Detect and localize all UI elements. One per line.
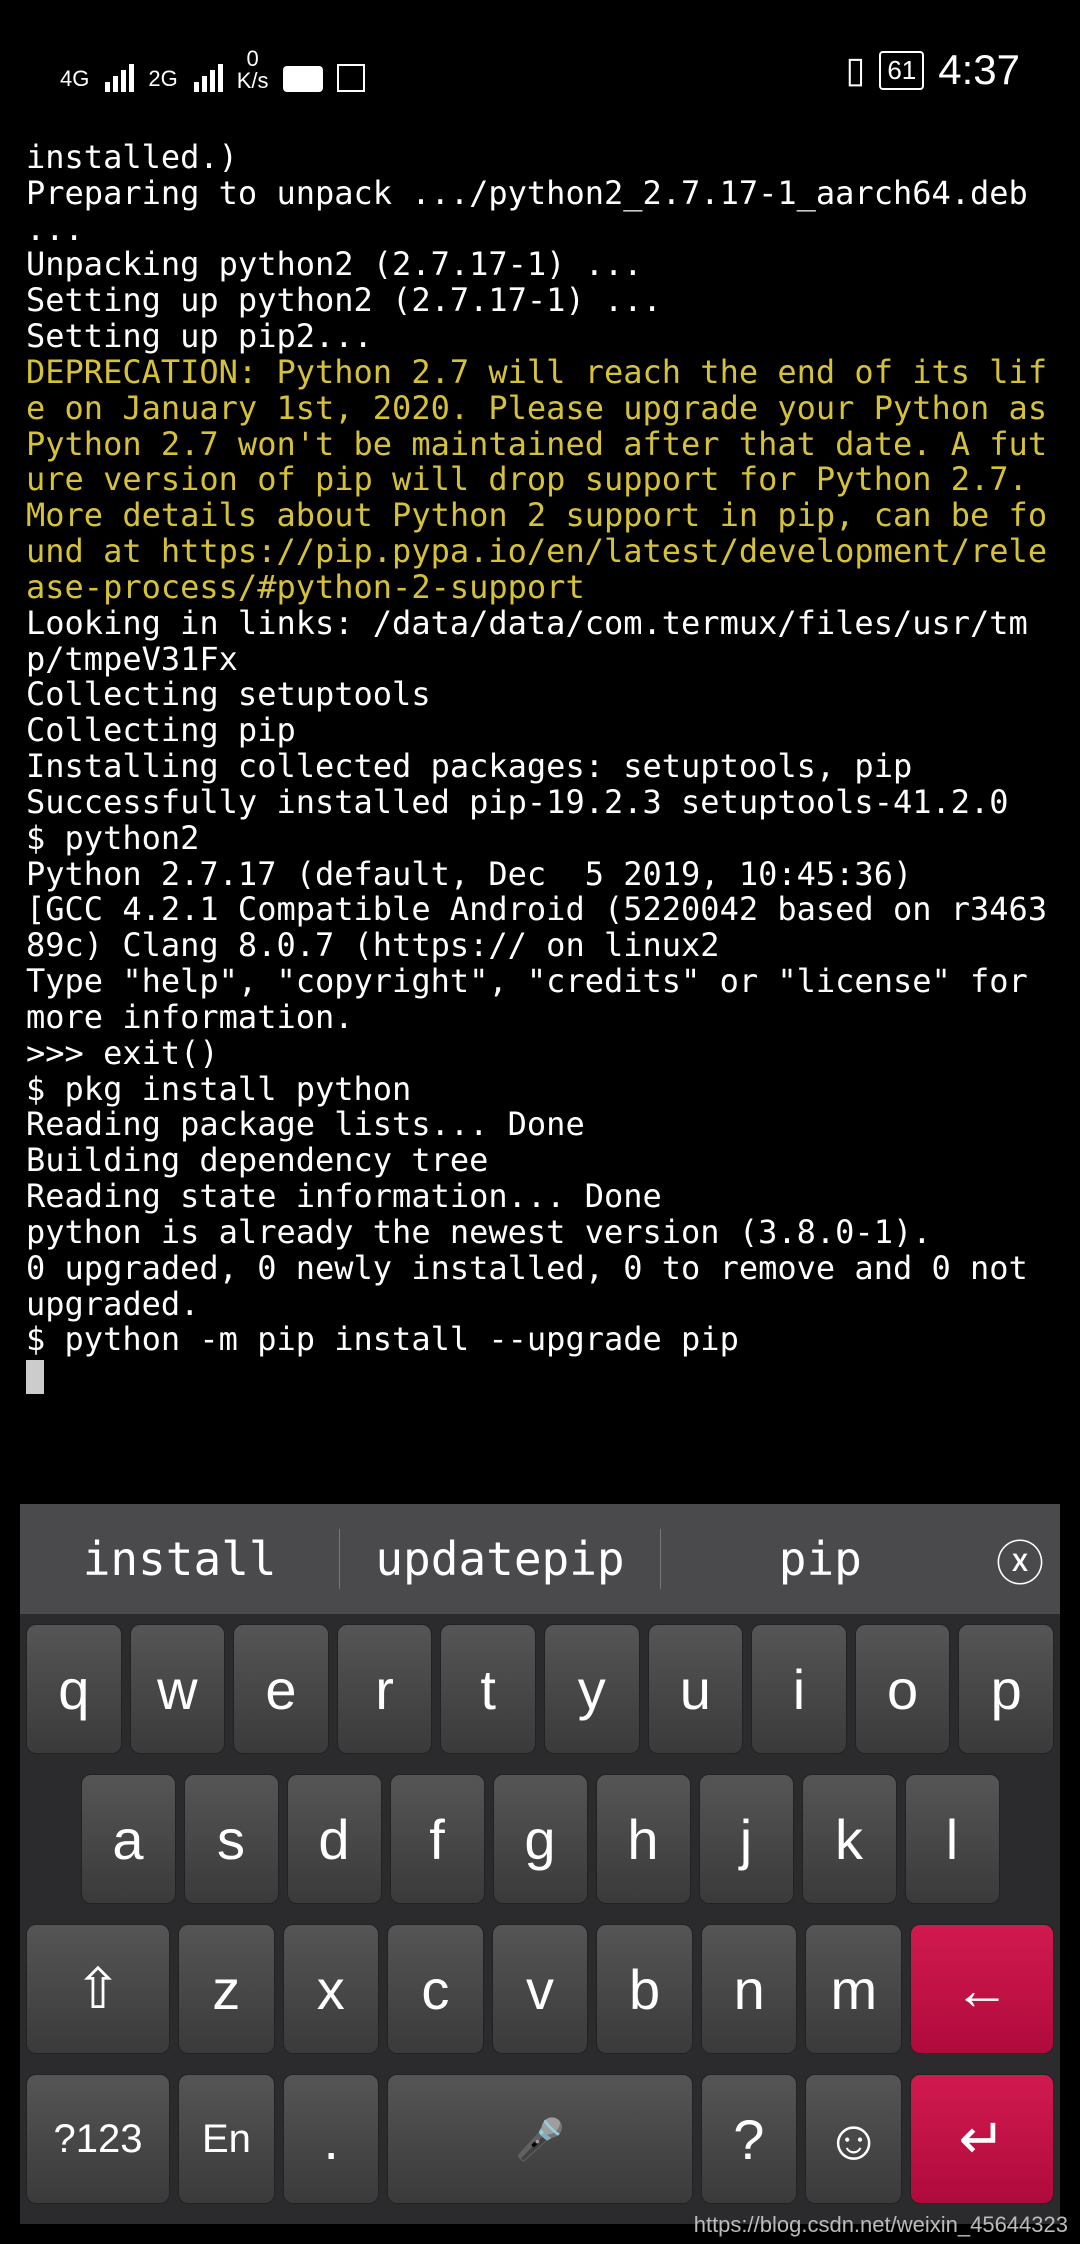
terminal-line: Python 2.7.17 (default, Dec 5 2019, 10:4… — [26, 857, 1054, 893]
terminal-line: Unpacking python2 (2.7.17-1) ... — [26, 247, 1054, 283]
terminal-line: DEPRECATION: Python 2.7 will reach the e… — [26, 355, 1054, 606]
close-suggestions-icon[interactable]: ⓧ — [980, 1524, 1060, 1594]
language-key[interactable]: En — [178, 2074, 275, 2204]
key-v[interactable]: v — [492, 1924, 589, 2054]
terminal-output[interactable]: installed.)Preparing to unpack .../pytho… — [20, 140, 1060, 1394]
key-p[interactable]: p — [958, 1624, 1054, 1754]
battery-level: 61 — [879, 51, 924, 90]
terminal-line: Setting up pip2... — [26, 319, 1054, 355]
key-c[interactable]: c — [387, 1924, 484, 2054]
key-l[interactable]: l — [905, 1774, 1000, 1904]
terminal-line: $ python2 — [26, 821, 1054, 857]
terminal-line: Successfully installed pip-19.2.3 setupt… — [26, 785, 1054, 821]
key-x[interactable]: x — [283, 1924, 380, 2054]
suggestion-3[interactable]: pip — [661, 1532, 980, 1586]
net-speed: 0 K/s — [237, 48, 269, 92]
numeric-switch-key[interactable]: ?123 — [26, 2074, 170, 2204]
terminal-line: Setting up python2 (2.7.17-1) ... — [26, 283, 1054, 319]
emoji-key[interactable]: ☺ — [805, 2074, 902, 2204]
terminal-line: >>> exit() — [26, 1036, 1054, 1072]
square-icon — [337, 64, 365, 92]
terminal-line: installed.) — [26, 140, 1054, 176]
cursor — [26, 1360, 44, 1394]
question-key[interactable]: ? — [701, 2074, 798, 2204]
key-h[interactable]: h — [596, 1774, 691, 1904]
key-q[interactable]: q — [26, 1624, 122, 1754]
key-b[interactable]: b — [596, 1924, 693, 2054]
terminal-line: Installing collected packages: setuptool… — [26, 749, 1054, 785]
key-e[interactable]: e — [233, 1624, 329, 1754]
status-bar: 4G 2G 0 K/s ▯ 61 4:37 — [20, 0, 1060, 140]
space-key[interactable]: 🎤 — [387, 2074, 692, 2204]
key-n[interactable]: n — [701, 1924, 798, 2054]
soft-keyboard: install updatepip pip ⓧ qwertyuiop asdfg… — [20, 1504, 1060, 2224]
signal-bars-2-icon — [194, 64, 223, 92]
signal-bars-1-icon — [105, 64, 134, 92]
network1-label: 4G — [60, 66, 89, 92]
key-w[interactable]: w — [130, 1624, 226, 1754]
key-y[interactable]: y — [544, 1624, 640, 1754]
camera-icon — [283, 66, 323, 92]
key-t[interactable]: t — [440, 1624, 536, 1754]
terminal-line: Reading package lists... Done — [26, 1107, 1054, 1143]
terminal-line: python is already the newest version (3.… — [26, 1215, 1054, 1251]
suggestion-bar: install updatepip pip ⓧ — [20, 1504, 1060, 1614]
key-u[interactable]: u — [648, 1624, 744, 1754]
network2-label: 2G — [148, 66, 177, 92]
shift-key[interactable]: ⇧ — [26, 1924, 170, 2054]
terminal-line: $ python -m pip install --upgrade pip — [26, 1322, 1054, 1358]
key-m[interactable]: m — [805, 1924, 902, 2054]
enter-key[interactable]: ↵ — [910, 2074, 1054, 2204]
key-f[interactable]: f — [390, 1774, 485, 1904]
key-o[interactable]: o — [855, 1624, 951, 1754]
backspace-key[interactable]: ← — [910, 1924, 1054, 2054]
terminal-line: Building dependency tree — [26, 1143, 1054, 1179]
terminal-line: Looking in links: /data/data/com.termux/… — [26, 606, 1054, 678]
key-j[interactable]: j — [699, 1774, 794, 1904]
suggestion-1[interactable]: install — [20, 1532, 339, 1586]
key-s[interactable]: s — [184, 1774, 279, 1904]
terminal-line: Type "help", "copyright", "credits" or "… — [26, 964, 1054, 1036]
terminal-line: 0 upgraded, 0 newly installed, 0 to remo… — [26, 1251, 1054, 1323]
terminal-line: Preparing to unpack .../python2_2.7.17-1… — [26, 176, 1054, 248]
watermark: https://blog.csdn.net/weixin_45644323 — [694, 2212, 1068, 2238]
terminal-line: $ pkg install python — [26, 1072, 1054, 1108]
suggestion-2[interactable]: updatepip — [340, 1532, 659, 1586]
key-z[interactable]: z — [178, 1924, 275, 2054]
key-i[interactable]: i — [751, 1624, 847, 1754]
terminal-line: [GCC 4.2.1 Compatible Android (5220042 b… — [26, 892, 1054, 964]
vibrate-icon: ▯ — [846, 49, 866, 91]
clock: 4:37 — [938, 46, 1020, 94]
period-key[interactable]: . — [283, 2074, 380, 2204]
key-a[interactable]: a — [81, 1774, 176, 1904]
terminal-line: Collecting pip — [26, 713, 1054, 749]
key-g[interactable]: g — [493, 1774, 588, 1904]
key-d[interactable]: d — [287, 1774, 382, 1904]
terminal-line: Collecting setuptools — [26, 677, 1054, 713]
key-k[interactable]: k — [802, 1774, 897, 1904]
terminal-line: Reading state information... Done — [26, 1179, 1054, 1215]
key-r[interactable]: r — [337, 1624, 433, 1754]
